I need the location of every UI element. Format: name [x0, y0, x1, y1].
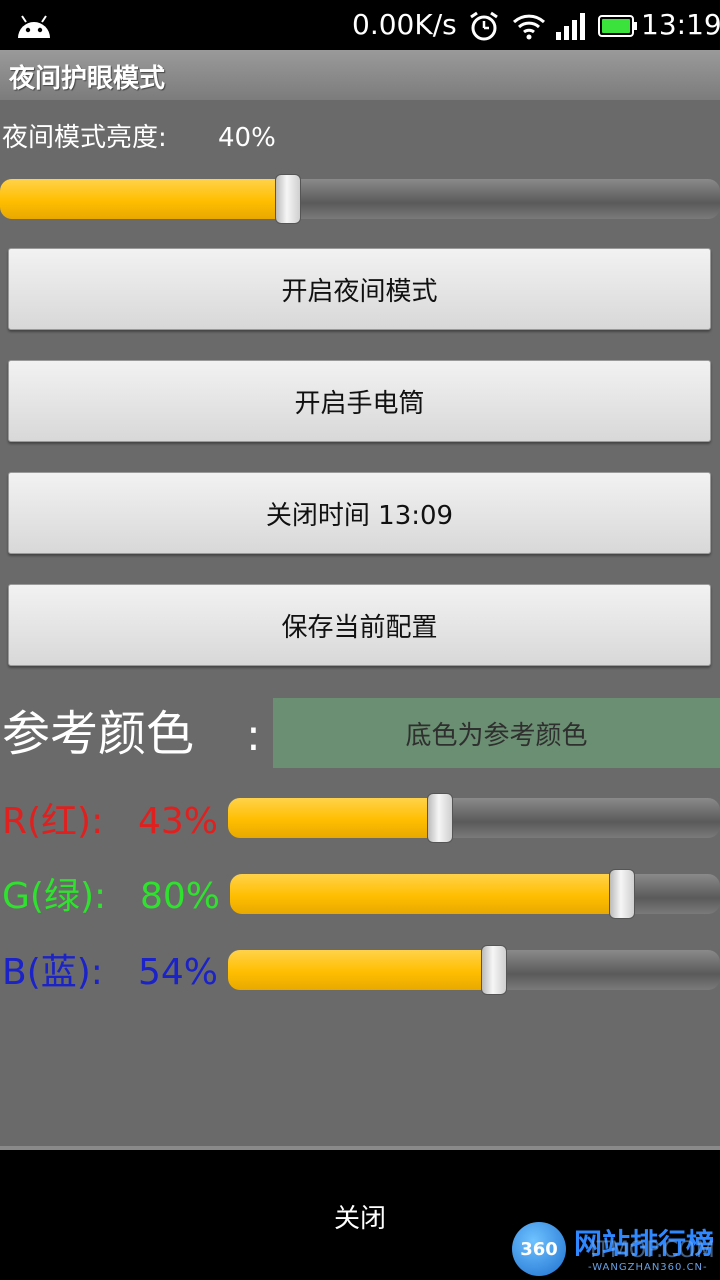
green-slider[interactable]	[230, 869, 720, 919]
reference-colon: :	[246, 710, 261, 761]
red-label: R(红):	[2, 801, 104, 842]
clock: 13:19	[641, 8, 720, 41]
slider-fill	[228, 798, 440, 838]
blue-label: B(蓝):	[2, 952, 103, 993]
slider-thumb[interactable]	[481, 945, 507, 995]
wifi-icon	[512, 14, 546, 40]
close-time-button[interactable]: 关闭时间 13:09	[8, 472, 711, 554]
red-value: 43%	[138, 801, 219, 842]
brightness-value: 40%	[218, 123, 276, 153]
slider-thumb[interactable]	[275, 174, 301, 224]
brightness-slider[interactable]	[0, 174, 720, 224]
watermark: 360 网站排行榜 ITMOP.COM -WANGZHAN360.CN-	[508, 1218, 720, 1280]
battery-icon	[598, 15, 637, 37]
green-value: 80%	[140, 876, 221, 917]
alarm-icon	[470, 11, 498, 41]
slider-thumb[interactable]	[427, 793, 453, 843]
slider-fill	[228, 950, 494, 990]
blue-slider[interactable]	[228, 945, 720, 995]
reference-color-box: 底色为参考颜色	[273, 698, 720, 768]
green-label: G(绿):	[2, 876, 107, 917]
watermark-overlay: ITMOP.COM	[590, 1238, 715, 1263]
slider-fill	[0, 179, 288, 219]
save-config-button[interactable]: 保存当前配置	[8, 584, 711, 666]
night-mode-button[interactable]: 开启夜间模式	[8, 248, 711, 330]
watermark-domain: -WANGZHAN360.CN-	[588, 1262, 708, 1273]
title-bar: 夜间护眼模式	[0, 50, 720, 100]
red-slider[interactable]	[228, 793, 720, 843]
android-icon	[18, 15, 50, 38]
network-speed: 0.00K/s	[352, 8, 457, 41]
slider-thumb[interactable]	[609, 869, 635, 919]
app-title: 夜间护眼模式	[9, 64, 166, 94]
status-bar: 0.00K/s 13:19	[0, 0, 720, 50]
signal-icon	[556, 13, 585, 40]
flashlight-button[interactable]: 开启手电筒	[8, 360, 711, 442]
blue-value: 54%	[138, 952, 219, 993]
reference-color-label: 参考颜色	[2, 706, 195, 762]
watermark-badge: 360	[512, 1222, 566, 1276]
slider-fill	[230, 874, 622, 914]
brightness-label: 夜间模式亮度:	[2, 123, 167, 153]
